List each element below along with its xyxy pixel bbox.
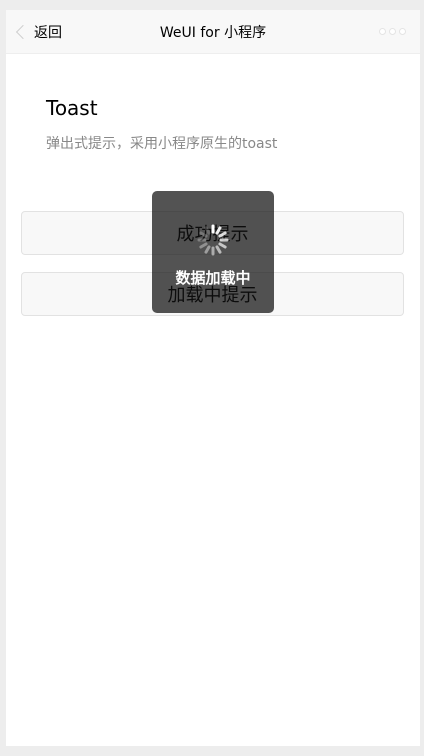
loading-toast: 数据加载中 — [152, 191, 274, 313]
more-dot-icon — [389, 28, 396, 35]
page-description: 弹出式提示，采用小程序原生的toast — [46, 136, 278, 152]
more-dot-icon — [399, 28, 406, 35]
phone-screen: 返回 WeUI for 小程序 Toast 弹出式提示，采用小程序原生的toas… — [6, 10, 420, 746]
navbar-title: WeUI for 小程序 — [159, 24, 267, 41]
more-menu-button[interactable] — [379, 10, 406, 53]
loading-spinner-icon — [197, 224, 229, 256]
more-dot-icon — [379, 28, 386, 35]
page-title: Toast — [46, 96, 98, 120]
navigation-bar: 返回 WeUI for 小程序 — [6, 10, 420, 54]
toast-text: 数据加载中 — [175, 269, 251, 287]
